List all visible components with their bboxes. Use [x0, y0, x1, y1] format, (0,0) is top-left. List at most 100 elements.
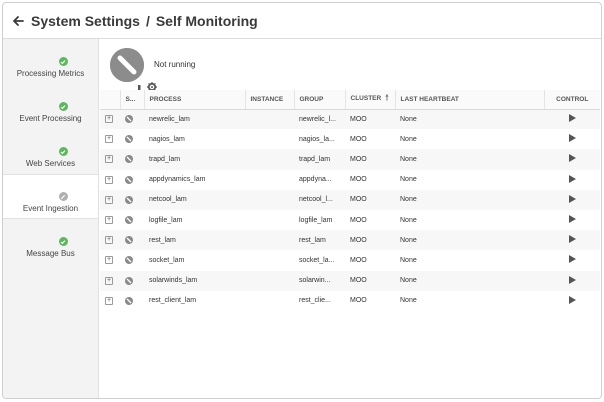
play-icon[interactable]: [568, 235, 576, 244]
sidebar-item-event-processing[interactable]: Event Processing: [3, 84, 155, 145]
control-cell: [544, 189, 600, 210]
web-services-grid-icon: [40, 135, 156, 190]
expand-plus-icon[interactable]: +: [105, 135, 113, 144]
heartbeat-cell: None: [395, 189, 544, 210]
play-icon[interactable]: [568, 114, 576, 123]
table-row[interactable]: + rest_client_lam rest_clie... MOO None: [100, 290, 600, 311]
process-cell: netcool_lam: [144, 189, 245, 210]
not-running-status-icon: [125, 256, 133, 265]
instance-cell: [245, 169, 294, 190]
expand-cell: +: [100, 109, 120, 130]
expand-plus-icon[interactable]: +: [105, 276, 113, 285]
expand-plus-icon[interactable]: +: [105, 256, 113, 265]
control-cell: [544, 129, 600, 150]
not-running-status-icon: [125, 276, 133, 285]
process-cell: nagios_lam: [144, 129, 245, 150]
process-cell: rest_client_lam: [144, 290, 245, 311]
expand-plus-icon[interactable]: +: [105, 175, 113, 184]
breadcrumb-current: Self Monitoring: [155, 12, 258, 29]
expand-cell: +: [100, 169, 120, 190]
play-icon[interactable]: [568, 194, 576, 203]
column-header-cluster-label: CLUSTER: [350, 95, 382, 103]
column-header-instance[interactable]: INSTANCE: [245, 90, 295, 110]
sidebar-item-label: Message Bus: [26, 249, 75, 258]
breadcrumb-separator: /: [145, 12, 150, 29]
play-icon[interactable]: [568, 174, 576, 183]
table-row[interactable]: + netcool_lam netcool_l... MOO None: [100, 189, 600, 210]
control-cell: [544, 250, 600, 271]
table-row[interactable]: + newrelic_lam newrelic_l... MOO None: [100, 109, 600, 130]
heartbeat-cell: None: [395, 129, 544, 150]
instance-cell: [245, 209, 294, 231]
control-cell: [544, 230, 600, 251]
expand-plus-icon[interactable]: +: [105, 115, 113, 124]
play-icon[interactable]: [568, 134, 576, 143]
group-cell: trapd_lam: [294, 149, 345, 170]
play-icon[interactable]: [568, 275, 576, 284]
sidebar-item-processing-metrics[interactable]: Processing Metrics: [3, 39, 157, 99]
expand-plus-icon[interactable]: +: [105, 195, 113, 204]
cluster-cell: MOO: [345, 290, 395, 311]
settings-window: System Settings / Self Monitoring Processi…: [2, 2, 602, 399]
metrics-gear-icon: [40, 45, 157, 99]
process-cell: trapd_lam: [144, 149, 245, 170]
heartbeat-cell: None: [395, 209, 544, 231]
column-header-control: CONTROL: [544, 90, 600, 110]
back-button[interactable]: [11, 14, 25, 28]
event-ingestion-icon: [40, 180, 155, 234]
status-cell: [120, 250, 144, 271]
expand-plus-icon[interactable]: +: [105, 216, 113, 225]
instance-cell: [245, 270, 294, 291]
expand-cell: +: [100, 189, 120, 210]
not-running-status-icon: [125, 155, 133, 164]
heartbeat-cell: None: [395, 270, 544, 291]
control-cell: [544, 290, 600, 311]
table-row[interactable]: + socket_lam socket_la... MOO None: [100, 250, 600, 271]
cluster-cell: MOO: [345, 109, 395, 130]
status-cell: [120, 290, 144, 311]
column-header-process[interactable]: PROCESS: [144, 90, 246, 110]
sort-up-arrow-icon[interactable]: 🠕: [385, 92, 388, 106]
breadcrumb-parent[interactable]: System Settings: [31, 13, 140, 29]
column-header-status[interactable]: S...: [120, 90, 145, 110]
sidebar-item-label: Event Ingestion: [22, 204, 79, 213]
table-row[interactable]: + solarwinds_lam solarwin... MOO None: [100, 270, 600, 291]
group-cell: solarwin...: [294, 270, 345, 291]
column-header-cluster[interactable]: CLUSTER 🠕: [345, 90, 396, 110]
group-cell: rest_clie...: [294, 290, 345, 311]
not-running-icon: [110, 47, 144, 82]
play-icon[interactable]: [568, 215, 576, 224]
process-cell: newrelic_lam: [144, 109, 245, 130]
expand-cell: +: [100, 250, 120, 271]
column-header-last-heartbeat[interactable]: LAST HEARTBEAT: [395, 90, 545, 110]
expand-cell: +: [100, 230, 120, 251]
table-row[interactable]: + appdynamics_lam appdyna... MOO None: [100, 169, 600, 190]
expand-plus-icon[interactable]: +: [105, 296, 113, 305]
control-cell: [544, 149, 600, 170]
table-row[interactable]: + trapd_lam trapd_lam MOO None: [100, 149, 600, 170]
expand-cell: +: [100, 270, 120, 291]
play-icon[interactable]: [568, 255, 576, 264]
cluster-cell: MOO: [345, 270, 395, 291]
status-cell: [120, 230, 144, 251]
expand-plus-icon[interactable]: +: [105, 236, 113, 245]
group-cell: logfile_lam: [294, 209, 345, 231]
table-row[interactable]: + logfile_lam logfile_lam MOO None: [100, 209, 600, 231]
table-row[interactable]: + rest_lam rest_lam MOO None: [100, 230, 600, 251]
sidebar-item-message-bus[interactable]: Message Bus: [3, 219, 156, 281]
expand-plus-icon[interactable]: +: [105, 155, 113, 164]
expand-cell: +: [100, 209, 120, 231]
status-cell: [120, 189, 144, 210]
table-row[interactable]: + nagios_lam nagios_la... MOO None: [100, 129, 600, 150]
status-ok-icon: [58, 147, 68, 156]
sidebar-item-label: Processing Metrics: [16, 69, 85, 78]
instance-cell: [245, 129, 294, 150]
group-cell: appdyna...: [294, 169, 345, 190]
sidebar-item-label: Web Services: [25, 159, 76, 168]
play-icon[interactable]: [568, 154, 576, 163]
sidebar-item-web-services[interactable]: Web Services: [3, 129, 156, 190]
play-icon[interactable]: [568, 295, 576, 304]
column-header-group[interactable]: GROUP: [294, 90, 346, 110]
sidebar-item-event-ingestion[interactable]: Event Ingestion: [3, 174, 155, 234]
cluster-cell: MOO: [345, 149, 395, 170]
